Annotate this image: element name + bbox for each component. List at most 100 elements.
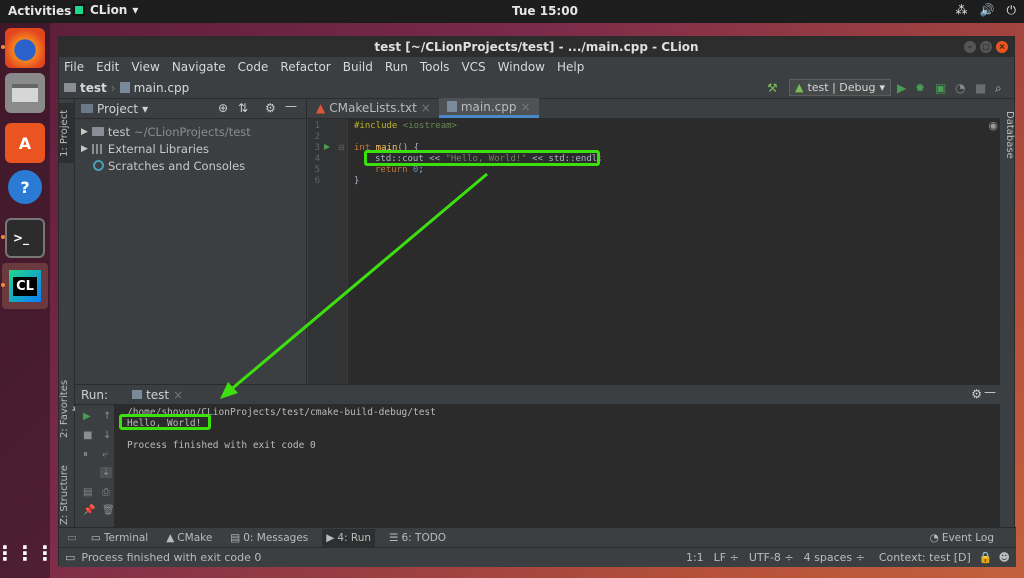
files-icon[interactable]: [5, 73, 45, 113]
menu-code[interactable]: Code: [238, 60, 269, 74]
line-number: 5: [314, 165, 320, 175]
menu-window[interactable]: Window: [498, 60, 545, 74]
tab-cmake[interactable]: ▲ CMake: [162, 529, 216, 547]
tab-favorites[interactable]: 2: Favorites ★: [59, 374, 81, 444]
menu-build[interactable]: Build: [343, 60, 373, 74]
line-separator[interactable]: LF ÷: [714, 551, 739, 564]
breadcrumb-file[interactable]: main.cpp: [134, 81, 190, 95]
profile-icon[interactable]: ◔: [955, 81, 965, 95]
caret-position[interactable]: 1:1: [686, 551, 704, 564]
run-gutter-icon[interactable]: ▶: [324, 142, 330, 151]
collapse-all-icon[interactable]: ⇅: [238, 101, 248, 115]
line-number: 4: [314, 154, 320, 164]
help-icon[interactable]: ?: [8, 170, 42, 204]
menu-navigate[interactable]: Navigate: [172, 60, 226, 74]
pause-icon[interactable]: ⏸: [83, 449, 88, 460]
inspector-icon[interactable]: ☻: [999, 551, 1010, 564]
hide-panel-icon[interactable]: —: [984, 385, 996, 399]
indent-setting[interactable]: 4 spaces ÷: [804, 551, 865, 564]
tab-run[interactable]: ▶ 4: Run: [322, 528, 376, 547]
menu-help[interactable]: Help: [557, 60, 584, 74]
minimize-icon[interactable]: –: [964, 41, 976, 53]
console-output[interactable]: /home/shovon/CLionProjects/test/cmake-bu…: [115, 405, 1000, 527]
right-tool-strip: Database: [998, 99, 1015, 546]
tree-item-test[interactable]: ▶ test ~/CLionProjects/test: [81, 123, 306, 140]
menu-file[interactable]: File: [64, 60, 84, 74]
lock-icon[interactable]: 🔒: [979, 551, 993, 564]
run-configuration-select[interactable]: ▲ test | Debug ▾: [789, 79, 891, 96]
clock[interactable]: Tue 15:00: [512, 4, 578, 18]
firefox-icon[interactable]: [5, 28, 45, 68]
activities-button[interactable]: Activities: [8, 4, 71, 18]
maximize-icon[interactable]: □: [980, 41, 992, 53]
close-icon[interactable]: ×: [996, 41, 1008, 53]
close-icon[interactable]: ×: [520, 100, 530, 114]
tree-item-scratches[interactable]: Scratches and Consoles: [81, 157, 306, 174]
stop-icon[interactable]: ■: [975, 81, 986, 95]
file-encoding[interactable]: UTF-8 ÷: [749, 551, 794, 564]
menu-vcs[interactable]: VCS: [461, 60, 485, 74]
network-icon[interactable]: ⁂: [956, 3, 968, 18]
debug-icon[interactable]: ✹: [915, 81, 925, 95]
scroll-up-icon[interactable]: ↑: [103, 411, 111, 422]
close-icon[interactable]: ×: [421, 101, 431, 115]
chevron-down-icon[interactable]: ▾: [142, 102, 148, 116]
tab-main-cpp[interactable]: main.cpp ×: [438, 98, 539, 118]
tab-messages[interactable]: ▤ 0: Messages: [226, 529, 312, 547]
fold-icon[interactable]: ⊟: [338, 143, 345, 152]
tab-terminal[interactable]: ▭ Terminal: [87, 529, 152, 547]
soft-wrap-icon[interactable]: ⤶: [102, 449, 108, 460]
breadcrumb-project[interactable]: test: [80, 81, 107, 95]
app-menu-label: CLion: [90, 3, 128, 17]
tab-database[interactable]: Database: [999, 105, 1015, 165]
run-with-coverage-icon[interactable]: ▣: [935, 81, 946, 95]
menu-run[interactable]: Run: [385, 60, 408, 74]
code-line: #include <iostream>: [354, 121, 457, 131]
settings-gear-icon[interactable]: ⚙: [265, 101, 276, 115]
pin-icon[interactable]: 📌: [83, 505, 95, 516]
clion-icon[interactable]: CL: [2, 263, 48, 309]
tab-label: main.cpp: [460, 99, 517, 114]
project-view-select[interactable]: Project: [97, 102, 138, 116]
breadcrumb: test › main.cpp: [64, 81, 189, 95]
resolve-context[interactable]: Context: test [D]: [879, 551, 971, 564]
scroll-down-icon[interactable]: ↓: [103, 430, 111, 441]
run-icon[interactable]: ▶: [897, 81, 906, 95]
layout-icon[interactable]: ▤: [83, 487, 92, 498]
status-panel-icon[interactable]: ▭: [65, 551, 75, 564]
rerun-icon[interactable]: ▶: [83, 411, 91, 422]
menu-view[interactable]: View: [131, 60, 159, 74]
close-icon[interactable]: ×: [173, 388, 183, 402]
power-icon[interactable]: ⏻: [1007, 3, 1017, 18]
tab-project[interactable]: 1: Project: [59, 103, 75, 163]
tab-structure[interactable]: Z: Structure: [59, 459, 75, 531]
tab-event-log[interactable]: ◔ Event Log: [926, 529, 998, 547]
settings-gear-icon[interactable]: ⚙: [971, 387, 982, 401]
app-menu[interactable]: CLion ▾: [73, 3, 138, 17]
show-applications-icon[interactable]: ⋮⋮⋮: [0, 533, 55, 573]
search-everywhere-icon[interactable]: ⌕: [995, 81, 1002, 96]
run-tab[interactable]: test ×: [132, 388, 183, 402]
hide-panel-icon[interactable]: —: [285, 99, 297, 113]
window-titlebar[interactable]: test [~/CLionProjects/test] - .../main.c…: [59, 37, 1014, 57]
locate-icon[interactable]: ⊕: [218, 101, 228, 115]
menu-tools[interactable]: Tools: [420, 60, 450, 74]
delete-icon[interactable]: 🗑: [102, 505, 115, 516]
scroll-to-end-icon[interactable]: ⇣: [100, 467, 113, 478]
volume-icon[interactable]: 🔊: [980, 3, 995, 18]
tab-todo[interactable]: ☰ 6: TODO: [385, 529, 450, 547]
build-hammer-icon[interactable]: ⚒: [767, 81, 778, 95]
software-center-icon[interactable]: A: [5, 123, 45, 163]
tree-item-external-libraries[interactable]: ▶ External Libraries: [81, 140, 306, 157]
stop-icon[interactable]: ■: [83, 430, 92, 441]
folder-icon: [91, 127, 104, 136]
menu-refactor[interactable]: Refactor: [280, 60, 330, 74]
cpp-file-icon: [446, 101, 457, 112]
print-icon[interactable]: ⎙: [102, 487, 110, 498]
tool-windows-toggle-icon[interactable]: ▭: [67, 532, 77, 544]
system-tray[interactable]: ⁂ 🔊 ⏻: [956, 3, 1016, 18]
folder-icon: [64, 83, 76, 92]
terminal-icon[interactable]: >_: [5, 218, 45, 258]
tab-cmakelists[interactable]: ▲ CMakeLists.txt ×: [308, 98, 439, 118]
menu-edit[interactable]: Edit: [96, 60, 119, 74]
